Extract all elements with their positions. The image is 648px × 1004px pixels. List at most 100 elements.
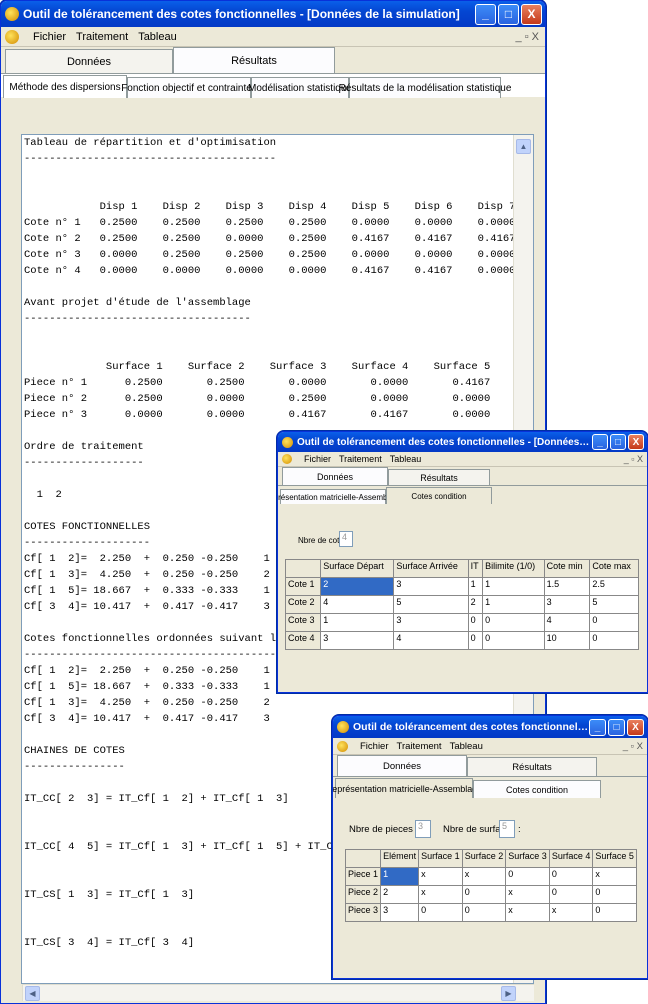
grid-cell[interactable]: 0 xyxy=(592,903,637,922)
grid-cell[interactable]: 1 xyxy=(320,613,395,632)
grid-cell[interactable]: 3 xyxy=(543,595,591,614)
menu-tableau[interactable]: Tableau xyxy=(138,31,177,43)
win3-menu-bar: Fichier Traitement Tableau _ ▫ X xyxy=(333,738,647,755)
grid-cell[interactable]: x xyxy=(548,903,594,922)
grid-cell[interactable]: 1 xyxy=(467,577,484,596)
grid-cell[interactable]: 5 xyxy=(589,595,639,614)
tab-resultats[interactable]: Résultats xyxy=(467,757,597,776)
horizontal-scrollbar[interactable]: ◀ ▶ xyxy=(22,984,534,1001)
column-header: Surface 4 xyxy=(548,849,594,868)
mdi-icon xyxy=(337,740,348,752)
main-tabs: Données Résultats xyxy=(1,47,545,73)
tab-resultats[interactable]: Résultats xyxy=(173,47,335,73)
mdi-controls[interactable]: _ ▫ X xyxy=(623,741,643,752)
grid-cell[interactable]: 1.5 xyxy=(543,577,591,596)
subtab-cotes-condition[interactable]: Cotes condition xyxy=(386,487,492,504)
grid-cell[interactable]: x xyxy=(418,885,463,904)
tab-donnees[interactable]: Données xyxy=(282,467,388,485)
grid-cell[interactable]: 3 xyxy=(320,631,395,650)
menu-traitement[interactable]: Traitement xyxy=(397,741,442,752)
grid-cell[interactable]: 0 xyxy=(548,885,594,904)
results-line xyxy=(24,279,533,295)
grid-cell[interactable]: 0 xyxy=(467,631,484,650)
grid-cell[interactable]: 2 xyxy=(467,595,484,614)
grid-cell[interactable]: 2 xyxy=(320,577,395,596)
grid-cell[interactable]: x xyxy=(418,867,463,886)
app-icon xyxy=(337,721,349,733)
grid-cell[interactable]: 0 xyxy=(467,613,484,632)
nbre-cotes-field[interactable]: 4 xyxy=(339,531,353,547)
grid-cell[interactable]: 4 xyxy=(320,595,395,614)
grid-cell[interactable]: 0 xyxy=(592,885,637,904)
scroll-up-icon[interactable]: ▲ xyxy=(516,139,531,154)
win2-titlebar[interactable]: Outil de tolérancement des cotes fonctio… xyxy=(278,432,647,452)
menu-tableau[interactable]: Tableau xyxy=(450,741,483,752)
subtab-representation-matricielle[interactable]: Représentation matricielle-Assemblage xyxy=(278,489,403,504)
scroll-left-icon[interactable]: ◀ xyxy=(25,986,40,1001)
close-button[interactable]: X xyxy=(627,718,644,736)
grid-cell[interactable]: 3 xyxy=(380,903,420,922)
minimize-button[interactable]: _ xyxy=(592,434,608,450)
results-line: Disp 1 Disp 2 Disp 3 Disp 4 Disp 5 Disp … xyxy=(24,201,516,213)
grid-cell[interactable]: 5 xyxy=(393,595,469,614)
grid-cell[interactable]: x xyxy=(505,885,550,904)
main-titlebar[interactable]: Outil de tolérancement des cotes fonctio… xyxy=(1,1,545,27)
subtab-cotes-condition[interactable]: Cotes condition xyxy=(473,780,601,798)
results-line xyxy=(24,327,533,343)
grid-cell[interactable]: 2.5 xyxy=(589,577,639,596)
menu-traitement[interactable]: Traitement xyxy=(339,454,382,464)
win3-titlebar[interactable]: Outil de tolérancement des cotes fonctio… xyxy=(333,716,647,738)
grid-cell[interactable]: 0 xyxy=(589,613,639,632)
grid-cell[interactable]: x xyxy=(505,903,550,922)
grid-cell[interactable]: x xyxy=(592,867,637,886)
results-line: ------------------------------------ xyxy=(24,313,251,325)
maximize-button[interactable]: □ xyxy=(608,718,625,736)
subtab-resultats-modelisation[interactable]: Résultats de la modélisation statistique xyxy=(339,77,511,98)
nbre-pieces-field[interactable]: 3 xyxy=(415,820,431,838)
menu-fichier[interactable]: Fichier xyxy=(360,741,389,752)
grid-cell[interactable]: x xyxy=(461,867,507,886)
results-line: Cote n° 3 0.0000 0.2500 0.2500 0.2500 0.… xyxy=(24,249,516,261)
win3-title: Outil de tolérancement des cotes fonctio… xyxy=(353,721,589,733)
tab-resultats[interactable]: Résultats xyxy=(388,469,490,485)
menu-tableau[interactable]: Tableau xyxy=(390,454,422,464)
maximize-button[interactable]: □ xyxy=(498,3,519,25)
maximize-button[interactable]: □ xyxy=(610,434,626,450)
grid-cell[interactable]: 0 xyxy=(461,885,507,904)
grid-cell[interactable]: 0 xyxy=(482,631,545,650)
grid-cell[interactable]: 4 xyxy=(393,631,469,650)
grid-cell[interactable]: 0 xyxy=(418,903,463,922)
grid-cell[interactable]: 3 xyxy=(393,577,469,596)
scroll-right-icon[interactable]: ▶ xyxy=(501,986,516,1001)
close-button[interactable]: X xyxy=(521,3,542,25)
mdi-controls[interactable]: _ ▫ X xyxy=(624,454,643,464)
grid-cell[interactable]: 1 xyxy=(482,577,545,596)
minimize-button[interactable]: _ xyxy=(475,3,496,25)
grid-cell[interactable]: 1 xyxy=(482,595,545,614)
subtab-representation-matricielle[interactable]: Représentation matricielle-Assemblage xyxy=(333,778,482,798)
menu-fichier[interactable]: Fichier xyxy=(304,454,331,464)
grid-cell[interactable]: 0 xyxy=(548,867,594,886)
grid-cell[interactable]: 0 xyxy=(461,903,507,922)
menu-traitement[interactable]: Traitement xyxy=(76,31,128,43)
close-button[interactable]: X xyxy=(628,434,644,450)
grid-cell[interactable]: 4 xyxy=(543,613,591,632)
grid-cell[interactable]: 0 xyxy=(482,613,545,632)
grid-cell[interactable]: 0 xyxy=(589,631,639,650)
grid-cell[interactable]: 1 xyxy=(380,867,420,886)
nbre-surfaces-field[interactable]: 5 xyxy=(499,820,515,838)
row-header: Cote 4 xyxy=(284,631,322,650)
menu-fichier[interactable]: Fichier xyxy=(33,31,66,43)
subtab-modelisation-statistique[interactable]: Modélisation statistique xyxy=(248,77,352,98)
tab-donnees[interactable]: Données xyxy=(5,49,173,73)
subtab-fonction-objectif[interactable]: Fonction objectif et contraintes xyxy=(121,77,257,98)
minimize-button[interactable]: _ xyxy=(589,718,606,736)
tab-donnees[interactable]: Données xyxy=(337,755,467,776)
grid-cell[interactable]: 0 xyxy=(505,867,550,886)
mdi-controls[interactable]: _ ▫ X xyxy=(516,31,539,43)
grid-cell[interactable]: 10 xyxy=(543,631,591,650)
results-line: Piece n° 2 0.2500 0.0000 0.2500 0.0000 0… xyxy=(24,393,491,405)
grid-cell[interactable]: 2 xyxy=(380,885,420,904)
subtab-methode-dispersions[interactable]: Méthode des dispersions xyxy=(3,75,127,98)
grid-cell[interactable]: 3 xyxy=(393,613,469,632)
